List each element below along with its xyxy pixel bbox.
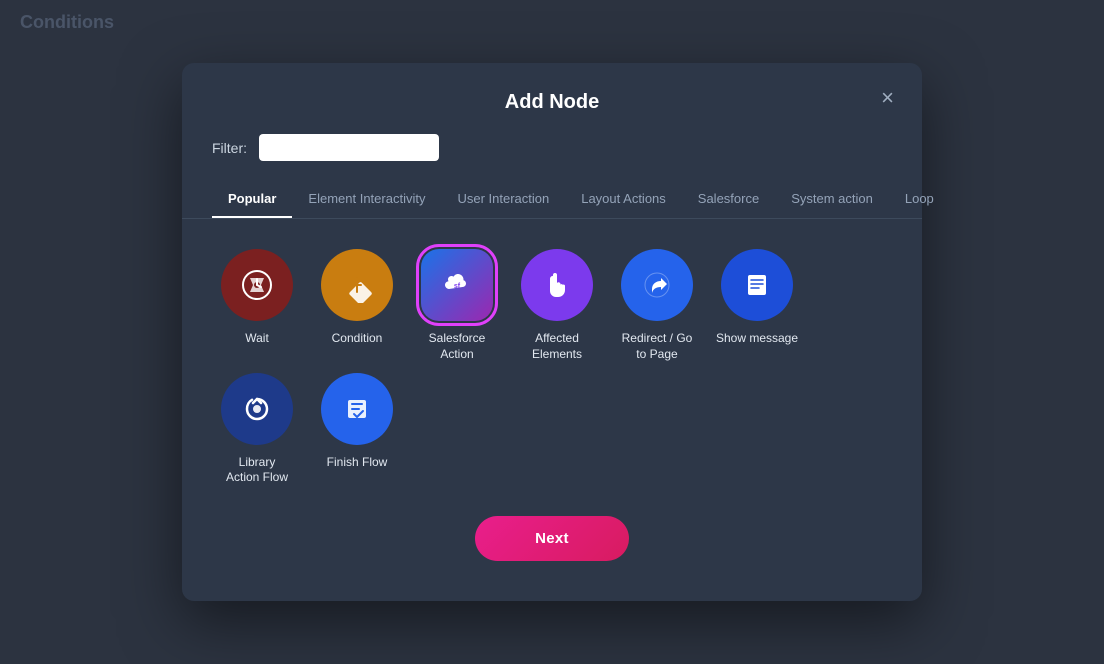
node-wait[interactable]: Wait [212,249,302,362]
salesforce-icon: sf [439,267,475,303]
modal: Add Node × Filter: Popular Element Inter… [182,63,922,600]
wait-icon-wrapper [221,249,293,321]
condition-label: Condition [332,331,383,347]
tab-popular[interactable]: Popular [212,181,292,218]
modal-header: Add Node × [182,63,922,134]
redirect-label: Redirect / Goto Page [622,331,693,362]
show-message-icon [739,267,775,303]
svg-text:sf: sf [454,283,461,290]
modal-overlay: Add Node × Filter: Popular Element Inter… [0,0,1104,664]
node-grid: Wait Condition [182,219,922,495]
finish-flow-label: Finish Flow [327,455,388,471]
node-condition[interactable]: Condition [312,249,402,362]
condition-icon-wrapper [321,249,393,321]
library-icon [239,391,275,427]
wait-label: Wait [245,331,269,347]
tab-user-interaction[interactable]: User Interaction [441,181,565,218]
node-show-message[interactable]: Show message [712,249,802,362]
tab-element-interactivity[interactable]: Element Interactivity [292,181,441,218]
tab-loop[interactable]: Loop [889,181,950,218]
show-message-label: Show message [716,331,798,347]
finish-icon [339,391,375,427]
next-button[interactable]: Next [475,516,629,561]
filter-label: Filter: [212,140,247,156]
filter-row: Filter: [182,134,922,181]
modal-footer: Next [182,496,922,571]
salesforce-icon-wrapper: sf [421,249,493,321]
redirect-icon-wrapper [621,249,693,321]
tab-layout-actions[interactable]: Layout Actions [565,181,682,218]
node-library-action-flow[interactable]: LibraryAction Flow [212,373,302,486]
node-salesforce-action[interactable]: sf SalesforceAction [412,249,502,362]
node-affected-elements[interactable]: Affected Elements [512,249,602,362]
node-redirect[interactable]: Redirect / Goto Page [612,249,702,362]
affected-icon-wrapper [521,249,593,321]
tab-salesforce[interactable]: Salesforce [682,181,775,218]
salesforce-action-label: SalesforceAction [429,331,486,362]
library-icon-wrapper [221,373,293,445]
tabs-container: Popular Element Interactivity User Inter… [182,181,922,219]
condition-icon [339,267,375,303]
filter-input[interactable] [259,134,439,161]
affected-icon [539,267,575,303]
affected-elements-label: Affected Elements [512,331,602,362]
finish-icon-wrapper [321,373,393,445]
modal-title: Add Node [505,91,599,114]
library-action-flow-label: LibraryAction Flow [226,455,288,486]
redirect-icon [639,267,675,303]
close-button[interactable]: × [873,83,902,113]
show-message-icon-wrapper [721,249,793,321]
node-finish-flow[interactable]: Finish Flow [312,373,402,486]
wait-icon [239,267,275,303]
tab-system-action[interactable]: System action [775,181,889,218]
